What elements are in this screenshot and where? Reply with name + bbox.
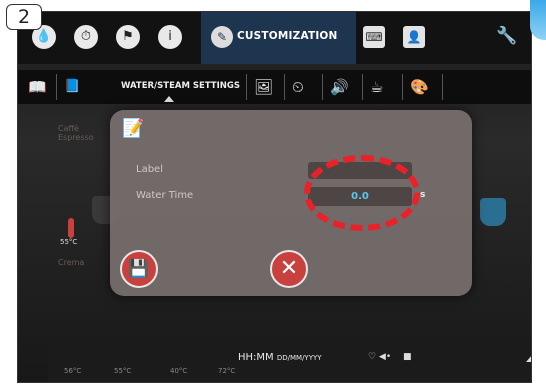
edit-list-icon: 📝	[122, 118, 145, 139]
keyboard-icon[interactable]: ⌨	[363, 26, 385, 48]
background-cup	[480, 198, 506, 226]
background-crema-caption: Crema	[58, 258, 85, 267]
bottom-temp: 40°C	[170, 367, 188, 375]
time-text: HH:MM	[238, 352, 274, 363]
book-icon[interactable]: 📖	[28, 77, 47, 97]
cancel-button[interactable]: ✕	[270, 250, 308, 288]
separator	[246, 74, 247, 100]
top-navigation-bar: 💧 ⏱ ⚑ i ✎ CUSTOMIZATION ⌨ 👤 🔧	[18, 12, 531, 64]
clock-display: HH:MM DD/MM/YYYY	[238, 352, 322, 363]
water-time-unit: s	[420, 190, 426, 200]
tab-water-steam-settings[interactable]: WATER/STEAM SETTINGS	[121, 81, 240, 91]
bottom-temp: 55°C	[114, 367, 132, 375]
thermometer-icon	[68, 218, 74, 238]
bottom-temp: 72°C	[218, 367, 236, 375]
info-icon[interactable]: i	[158, 25, 182, 49]
device-screen: 💧 ⏱ ⚑ i ✎ CUSTOMIZATION ⌨ 👤 🔧 📖 📘 WATER/…	[18, 12, 531, 382]
bottom-temp: 56°C	[64, 367, 82, 375]
bottom-status-bar: HH:MM DD/MM/YYYY 56°C 55°C 40°C 72°C ♡ ◀…	[48, 342, 531, 382]
cup-icon[interactable]: ☕	[370, 77, 383, 97]
separator	[284, 74, 285, 100]
step-number-badge: 2	[6, 4, 42, 30]
user-icon[interactable]: 👤	[403, 26, 425, 48]
selected-tab-caret	[164, 96, 174, 102]
background-menu-caption: Caffè Espresso	[58, 124, 94, 142]
water-time-row-label: Water Time	[136, 190, 194, 201]
pencil-icon: ✎	[211, 26, 233, 48]
expand-up-icon[interactable]	[526, 354, 531, 362]
speaker-icon[interactable]: 🔊	[330, 77, 349, 97]
corner-accent	[530, 0, 546, 40]
separator	[56, 74, 57, 100]
palette-icon[interactable]: 🎨	[410, 77, 429, 97]
flag-icon[interactable]: ⚑	[116, 25, 140, 49]
wrench-icon[interactable]: 🔧	[496, 26, 517, 46]
label-row-label: Label	[136, 164, 163, 175]
book-open-icon[interactable]: 📘	[64, 77, 80, 97]
separator	[322, 74, 323, 100]
picture-icon[interactable]: 🖼	[254, 77, 273, 97]
settings-tab-bar: 📖 📘 WATER/STEAM SETTINGS 🖼 ⏲ 🔊 ☕ 🎨	[18, 70, 531, 104]
status-icons: ♡ ◀• ■	[368, 352, 412, 362]
background-temperature: 55°C	[60, 238, 78, 246]
separator	[362, 74, 363, 100]
timer-icon[interactable]: ⏲	[292, 77, 304, 97]
tab-customization[interactable]: ✎ CUSTOMIZATION	[201, 12, 356, 64]
save-button[interactable]: 💾	[120, 250, 158, 288]
date-text: DD/MM/YYYY	[276, 354, 322, 362]
separator	[442, 74, 443, 100]
device-screen-frame: 💧 ⏱ ⚑ i ✎ CUSTOMIZATION ⌨ 👤 🔧 📖 📘 WATER/…	[17, 11, 532, 383]
clock-icon[interactable]: ⏱	[74, 25, 98, 49]
highlight-circle	[304, 155, 420, 231]
separator	[402, 74, 403, 100]
tab-customization-label: CUSTOMIZATION	[237, 30, 338, 42]
